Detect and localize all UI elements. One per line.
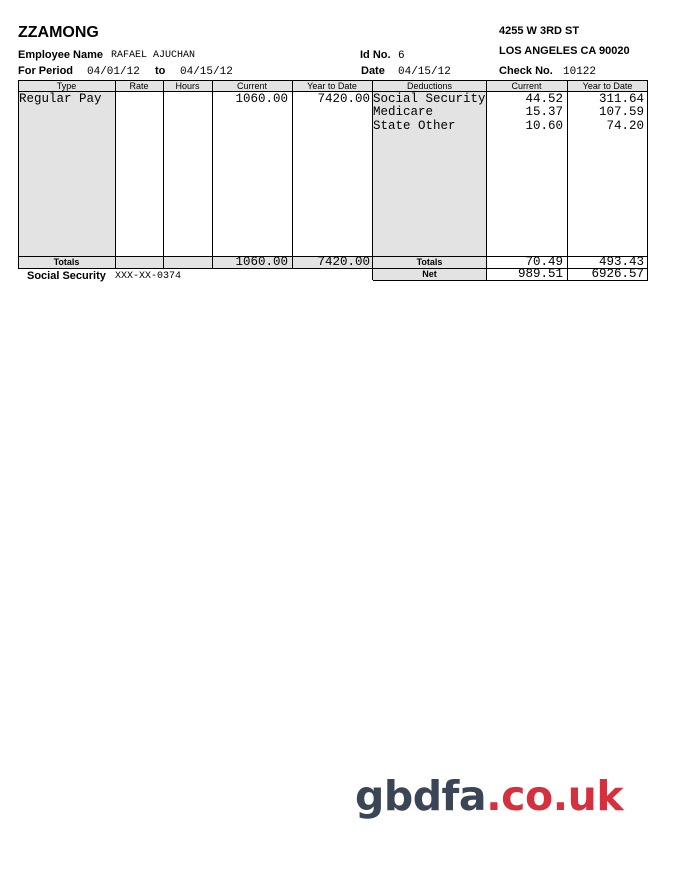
header-ded-current: Current [511,81,542,91]
deduction-current: 15.37 [525,105,563,119]
header-hours: Hours [175,81,200,91]
earning-type: Regular Pay [19,92,102,106]
header-current: Current [236,81,267,91]
check-value: 10122 [563,66,597,78]
earning-current: 1060.00 [235,92,288,106]
watermark-part-2: .co.uk [486,772,624,820]
earning-ytd: 7420.00 [317,92,370,106]
net-ytd: 6926.57 [591,267,644,281]
check-label: Check No. [499,65,553,77]
net-label: Net [422,269,437,279]
deduction-current: 10.60 [525,119,563,133]
period-end: 04/15/12 [180,66,233,78]
deduction-name: State Other [373,119,456,133]
address-line-2: LOS ANGELES CA 90020 [499,45,630,57]
deduction-name: Medicare [373,105,434,119]
date-value: 04/15/12 [398,66,451,78]
net-current: 989.51 [517,267,563,281]
header-type: Type [56,81,77,91]
header-ded-ytd: Year to Date [582,81,633,91]
date-label: Date [361,65,385,77]
company-name: ZZAMONG [18,24,99,41]
type-column-shade [18,91,115,269]
deduction-ytd: 74.20 [606,119,644,133]
deduction-ytd: 107.59 [598,105,644,119]
watermark-logo: gbdfa.co.uk [355,772,624,820]
header-deductions: Deductions [406,81,453,91]
employee-name-label: Employee Name [18,49,103,61]
header-rate: Rate [129,81,149,91]
ssn-label: Social Security [27,270,106,282]
deductions-totals-label: Totals [416,257,443,267]
period-start: 04/01/12 [87,66,140,78]
ssn-value: XXX-XX-0374 [115,271,182,282]
earnings-total-current: 1060.00 [235,255,288,269]
employee-name: RAFAEL AJUCHAN [111,50,196,61]
header-ytd: Year to Date [307,81,357,91]
earnings-totals-label: Totals [53,257,80,267]
period-to-label: to [155,65,166,77]
earnings-total-ytd: 7420.00 [317,255,370,269]
period-label: For Period [18,65,74,77]
address-line-1: 4255 W 3RD ST [499,25,580,37]
id-value: 6 [398,50,405,62]
watermark-part-1: gbdfa [355,772,487,820]
id-label: Id No. [360,49,391,61]
